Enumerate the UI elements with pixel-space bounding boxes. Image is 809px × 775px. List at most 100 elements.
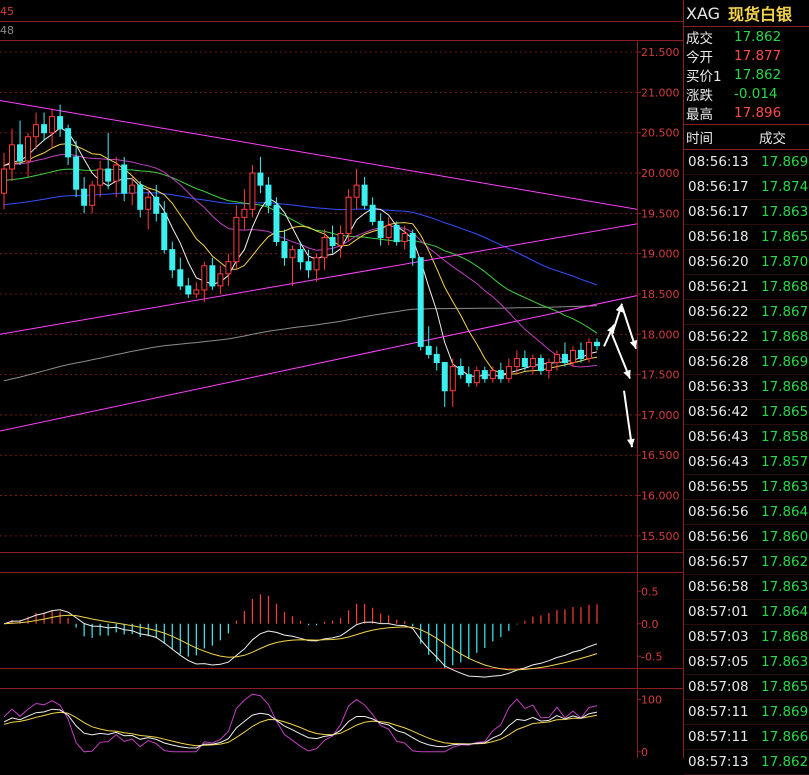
candle-body bbox=[217, 273, 224, 287]
candle-body bbox=[553, 353, 560, 364]
tick-row: 08:57:01 17.864 bbox=[684, 600, 809, 625]
candle-body bbox=[41, 124, 48, 134]
candle-body bbox=[537, 357, 544, 372]
tick-price: 17.863 bbox=[761, 654, 809, 670]
tick-row: 08:56:28 17.869 bbox=[684, 350, 809, 375]
quote-value: -0.014 bbox=[734, 85, 778, 102]
y-tick-label: 18.000 bbox=[641, 328, 680, 341]
tick-row: 08:56:58 17.863 bbox=[684, 575, 809, 600]
tick-price: 17.866 bbox=[761, 729, 809, 745]
candle-body bbox=[417, 257, 424, 347]
tick-time: 08:56:33 bbox=[688, 379, 749, 395]
quote-row: 成交 17.862 bbox=[684, 27, 809, 47]
candle-body bbox=[233, 216, 240, 263]
macd-dif-line bbox=[3, 609, 598, 678]
tick-price: 17.870 bbox=[761, 254, 809, 270]
tick-time: 08:56:42 bbox=[688, 404, 749, 420]
tick-row: 08:57:11 17.869 bbox=[684, 700, 809, 725]
osc-j-line bbox=[3, 693, 598, 753]
tick-list[interactable]: 08:56:13 17.869 08:56:17 17.874 08:56:17 17.8… bbox=[684, 150, 809, 775]
candle-body bbox=[81, 188, 88, 206]
tick-time: 08:56:17 bbox=[688, 179, 749, 195]
tick-time: 08:56:17 bbox=[688, 204, 749, 220]
tick-time: 08:56:18 bbox=[688, 229, 749, 245]
quote-row: 涨跌 -0.014 bbox=[684, 84, 809, 104]
tick-time: 08:57:13 bbox=[688, 754, 749, 770]
tick-time: 08:56:20 bbox=[688, 254, 749, 270]
y-tick-label: 21.000 bbox=[641, 86, 680, 99]
candle-body bbox=[97, 168, 104, 186]
tick-row: 08:56:17 17.874 bbox=[684, 175, 809, 200]
tick-price: 17.865 bbox=[761, 229, 809, 245]
tick-time: 08:56:57 bbox=[688, 554, 749, 570]
quote-row: 最高 17.896 bbox=[684, 103, 809, 123]
y-tick-label: 20.000 bbox=[641, 167, 680, 180]
tick-time: 08:57:11 bbox=[688, 704, 749, 720]
tick-time: 08:56:43 bbox=[688, 454, 749, 470]
candle-body bbox=[257, 172, 264, 186]
quote-row: 买价1 17.862 bbox=[684, 65, 809, 85]
quote-label: 买价1 bbox=[686, 68, 722, 85]
quote-value: 17.862 bbox=[734, 66, 782, 83]
candle-body bbox=[145, 196, 152, 210]
quote-row: 今开 17.877 bbox=[684, 46, 809, 66]
tick-time: 08:56:21 bbox=[688, 279, 749, 295]
tick-row: 08:57:03 17.868 bbox=[684, 625, 809, 650]
candle-body bbox=[201, 265, 208, 291]
tick-price: 17.869 bbox=[761, 354, 809, 370]
tick-row: 08:56:56 17.860 bbox=[684, 525, 809, 550]
tick-time: 08:57:11 bbox=[688, 729, 749, 745]
tick-price: 17.869 bbox=[761, 704, 809, 720]
candle-body bbox=[401, 233, 408, 243]
tick-time: 08:57:01 bbox=[688, 604, 749, 620]
candle-body bbox=[161, 212, 168, 251]
tick-time: 08:56:22 bbox=[688, 304, 749, 320]
candle-body bbox=[121, 164, 128, 194]
candle-body bbox=[585, 341, 592, 359]
candle-body bbox=[129, 184, 136, 194]
quote-label: 最高 bbox=[686, 106, 713, 123]
candle-body bbox=[361, 184, 368, 206]
instrument-code: XAG bbox=[686, 3, 721, 23]
tick-price: 17.862 bbox=[761, 754, 809, 770]
tick-time: 08:56:22 bbox=[688, 329, 749, 345]
tick-row: 08:57:13 17.862 bbox=[684, 750, 809, 775]
candle-body bbox=[105, 168, 112, 182]
tick-time: 08:57:05 bbox=[688, 654, 749, 670]
candle-body bbox=[169, 249, 176, 271]
candle-body bbox=[497, 370, 504, 380]
candle-body bbox=[57, 116, 64, 130]
ma60-line bbox=[3, 192, 598, 286]
candle-body bbox=[137, 184, 144, 210]
candle-body bbox=[465, 374, 472, 384]
tick-price: 17.864 bbox=[761, 604, 809, 620]
candle-body bbox=[1, 168, 7, 194]
candle-body bbox=[425, 345, 432, 355]
tick-time: 08:56:43 bbox=[688, 429, 749, 445]
tick-price: 17.867 bbox=[761, 304, 809, 320]
tick-row: 08:56:55 17.863 bbox=[684, 475, 809, 500]
tick-row: 08:56:57 17.862 bbox=[684, 550, 809, 575]
candle-body bbox=[17, 144, 24, 162]
candle-body bbox=[321, 237, 328, 259]
price-grid bbox=[0, 51, 637, 537]
candle-body bbox=[345, 196, 352, 235]
y-tick-label: 21.500 bbox=[641, 46, 680, 59]
tick-row: 08:56:21 17.868 bbox=[684, 275, 809, 300]
price-chart[interactable]: 45 48 21.500 21.000 20.500 20.000 19.500 19.0… bbox=[0, 0, 683, 758]
candle-body bbox=[273, 204, 280, 243]
tick-row: 08:56:20 17.870 bbox=[684, 250, 809, 275]
tick-price: 17.864 bbox=[761, 504, 809, 520]
candle-body bbox=[265, 184, 272, 206]
y-tick-label: 20.500 bbox=[641, 127, 680, 140]
tick-time: 08:56:56 bbox=[688, 504, 749, 520]
candle-body bbox=[561, 353, 568, 364]
tick-row: 08:56:56 17.864 bbox=[684, 500, 809, 525]
tick-row: 08:57:11 17.866 bbox=[684, 725, 809, 750]
candle-body bbox=[329, 237, 336, 247]
quote-value: 17.862 bbox=[734, 28, 782, 45]
candle-body bbox=[545, 362, 552, 372]
candle-body bbox=[473, 370, 480, 384]
candle-body bbox=[513, 357, 520, 368]
y-tick-label: 17.500 bbox=[641, 369, 680, 382]
